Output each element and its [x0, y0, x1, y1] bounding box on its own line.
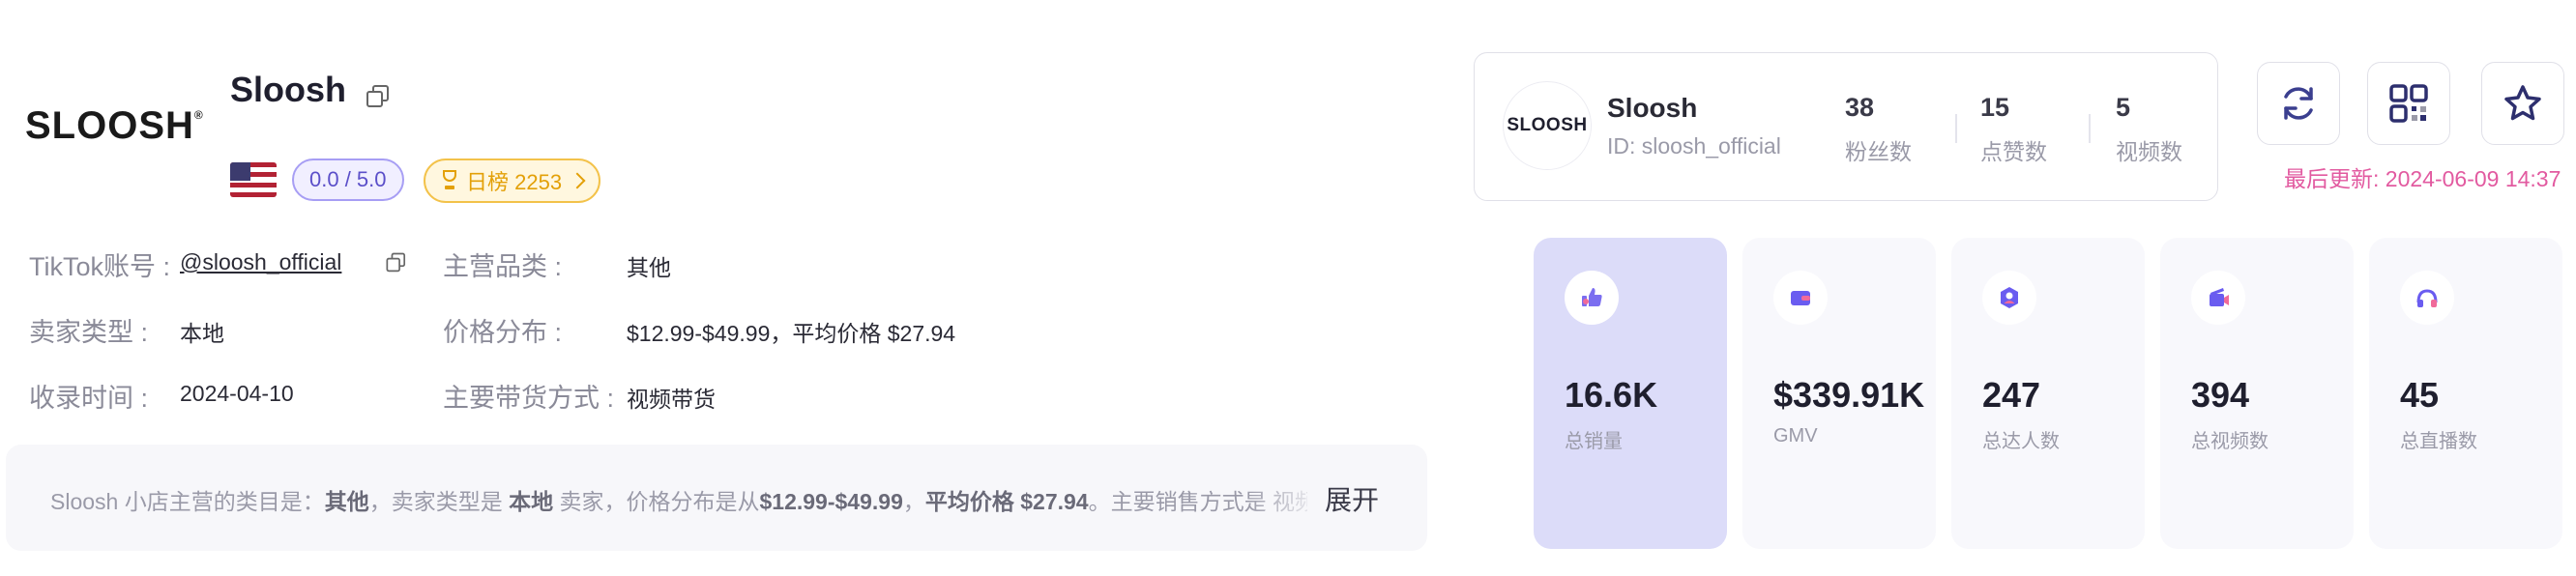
shop-name: Sloosh	[230, 70, 347, 109]
video-icon	[2191, 271, 2245, 325]
stat-card-videos[interactable]: 394 总视频数	[2160, 238, 2354, 549]
total-sales-label: 总销量	[1565, 431, 1623, 452]
total-videos-value: 394	[2191, 375, 2250, 415]
live-icon	[2400, 271, 2454, 325]
daily-rank-badge[interactable]: 日榜 2253	[424, 158, 601, 203]
qr-code-icon	[2389, 84, 2428, 123]
shop-title: Sloosh	[230, 70, 346, 110]
followers-count: 38	[1845, 93, 1875, 122]
us-flag-icon	[230, 162, 277, 197]
daily-rank-text: 日榜 2253	[466, 170, 563, 194]
refresh-icon	[2284, 87, 2313, 120]
rating-badge: 0.0 / 5.0	[292, 158, 404, 201]
star-icon	[2504, 85, 2541, 121]
refresh-button[interactable]	[2257, 62, 2340, 145]
stat-card-gmv[interactable]: $339.91K GMV	[1742, 238, 1936, 549]
recorded-value: 2024-04-10	[180, 381, 294, 406]
copy-icon[interactable]	[364, 83, 389, 108]
last-updated: 最后更新: 2024-06-09 14:37	[2284, 166, 2561, 191]
avatar-logo: SLOOSH	[1507, 115, 1588, 135]
creator-icon	[1982, 271, 2036, 325]
videos-count: 5	[2116, 93, 2131, 122]
tiktok-label: TikTok账号 :	[29, 252, 171, 281]
total-sales-value: 16.6K	[1565, 375, 1658, 415]
shop-description: Sloosh 小店主营的类目是：其他，卖家类型是 本地 卖家，价格分布是从$12…	[50, 489, 1307, 514]
stat-card-creators[interactable]: 247 总达人数	[1951, 238, 2145, 549]
gmv-value: $339.91K	[1773, 375, 1925, 415]
tiktok-account-link[interactable]: @sloosh_official	[180, 249, 341, 275]
thumbs-up-icon	[1565, 271, 1619, 325]
category-value: 其他	[627, 255, 671, 280]
total-live-value: 45	[2400, 375, 2440, 415]
profile-name: Sloosh	[1607, 93, 1698, 123]
qr-code-button[interactable]	[2367, 62, 2450, 145]
seller-type-label: 卖家类型 :	[29, 318, 149, 347]
price-label: 价格分布 :	[443, 318, 563, 347]
chevron-right-icon	[569, 172, 586, 189]
total-creators-label: 总达人数	[1982, 431, 2060, 452]
stat-divider	[1955, 114, 1957, 143]
copy-tiktok-icon[interactable]	[384, 251, 406, 273]
stat-card-live[interactable]: 45 总直播数	[2369, 238, 2562, 549]
avatar: SLOOSH	[1503, 81, 1592, 170]
price-value: $12.99-$49.99，平均价格 $27.94	[627, 321, 956, 346]
likes-count: 15	[1980, 93, 2010, 122]
sales-method-value: 视频带货	[627, 387, 716, 412]
rating-value: 0.0 / 5.0	[309, 167, 387, 191]
total-live-label: 总直播数	[2400, 431, 2477, 452]
shop-logo: SLOOSH ®	[25, 103, 204, 147]
stat-divider	[2089, 114, 2091, 143]
total-videos-label: 总视频数	[2191, 431, 2269, 452]
total-creators-value: 247	[1982, 375, 2041, 415]
favorite-button[interactable]	[2481, 62, 2564, 145]
seller-type-value: 本地	[180, 321, 224, 346]
recorded-label: 收录时间 :	[29, 384, 149, 413]
gmv-label: GMV	[1773, 425, 1818, 446]
wallet-icon	[1773, 271, 1828, 325]
expand-button[interactable]: 展开	[1325, 479, 1379, 518]
sales-method-label: 主要带货方式 :	[443, 384, 615, 413]
followers-label: 粉丝数	[1845, 139, 1912, 164]
category-label: 主营品类 :	[443, 252, 563, 281]
videos-label: 视频数	[2116, 139, 2182, 164]
trophy-icon	[441, 170, 458, 191]
profile-id: ID: sloosh_official	[1607, 133, 1781, 158]
logo-text: SLOOSH	[25, 103, 194, 147]
stat-card-sales[interactable]: 16.6K 总销量	[1534, 238, 1727, 549]
likes-label: 点赞数	[1980, 139, 2047, 164]
